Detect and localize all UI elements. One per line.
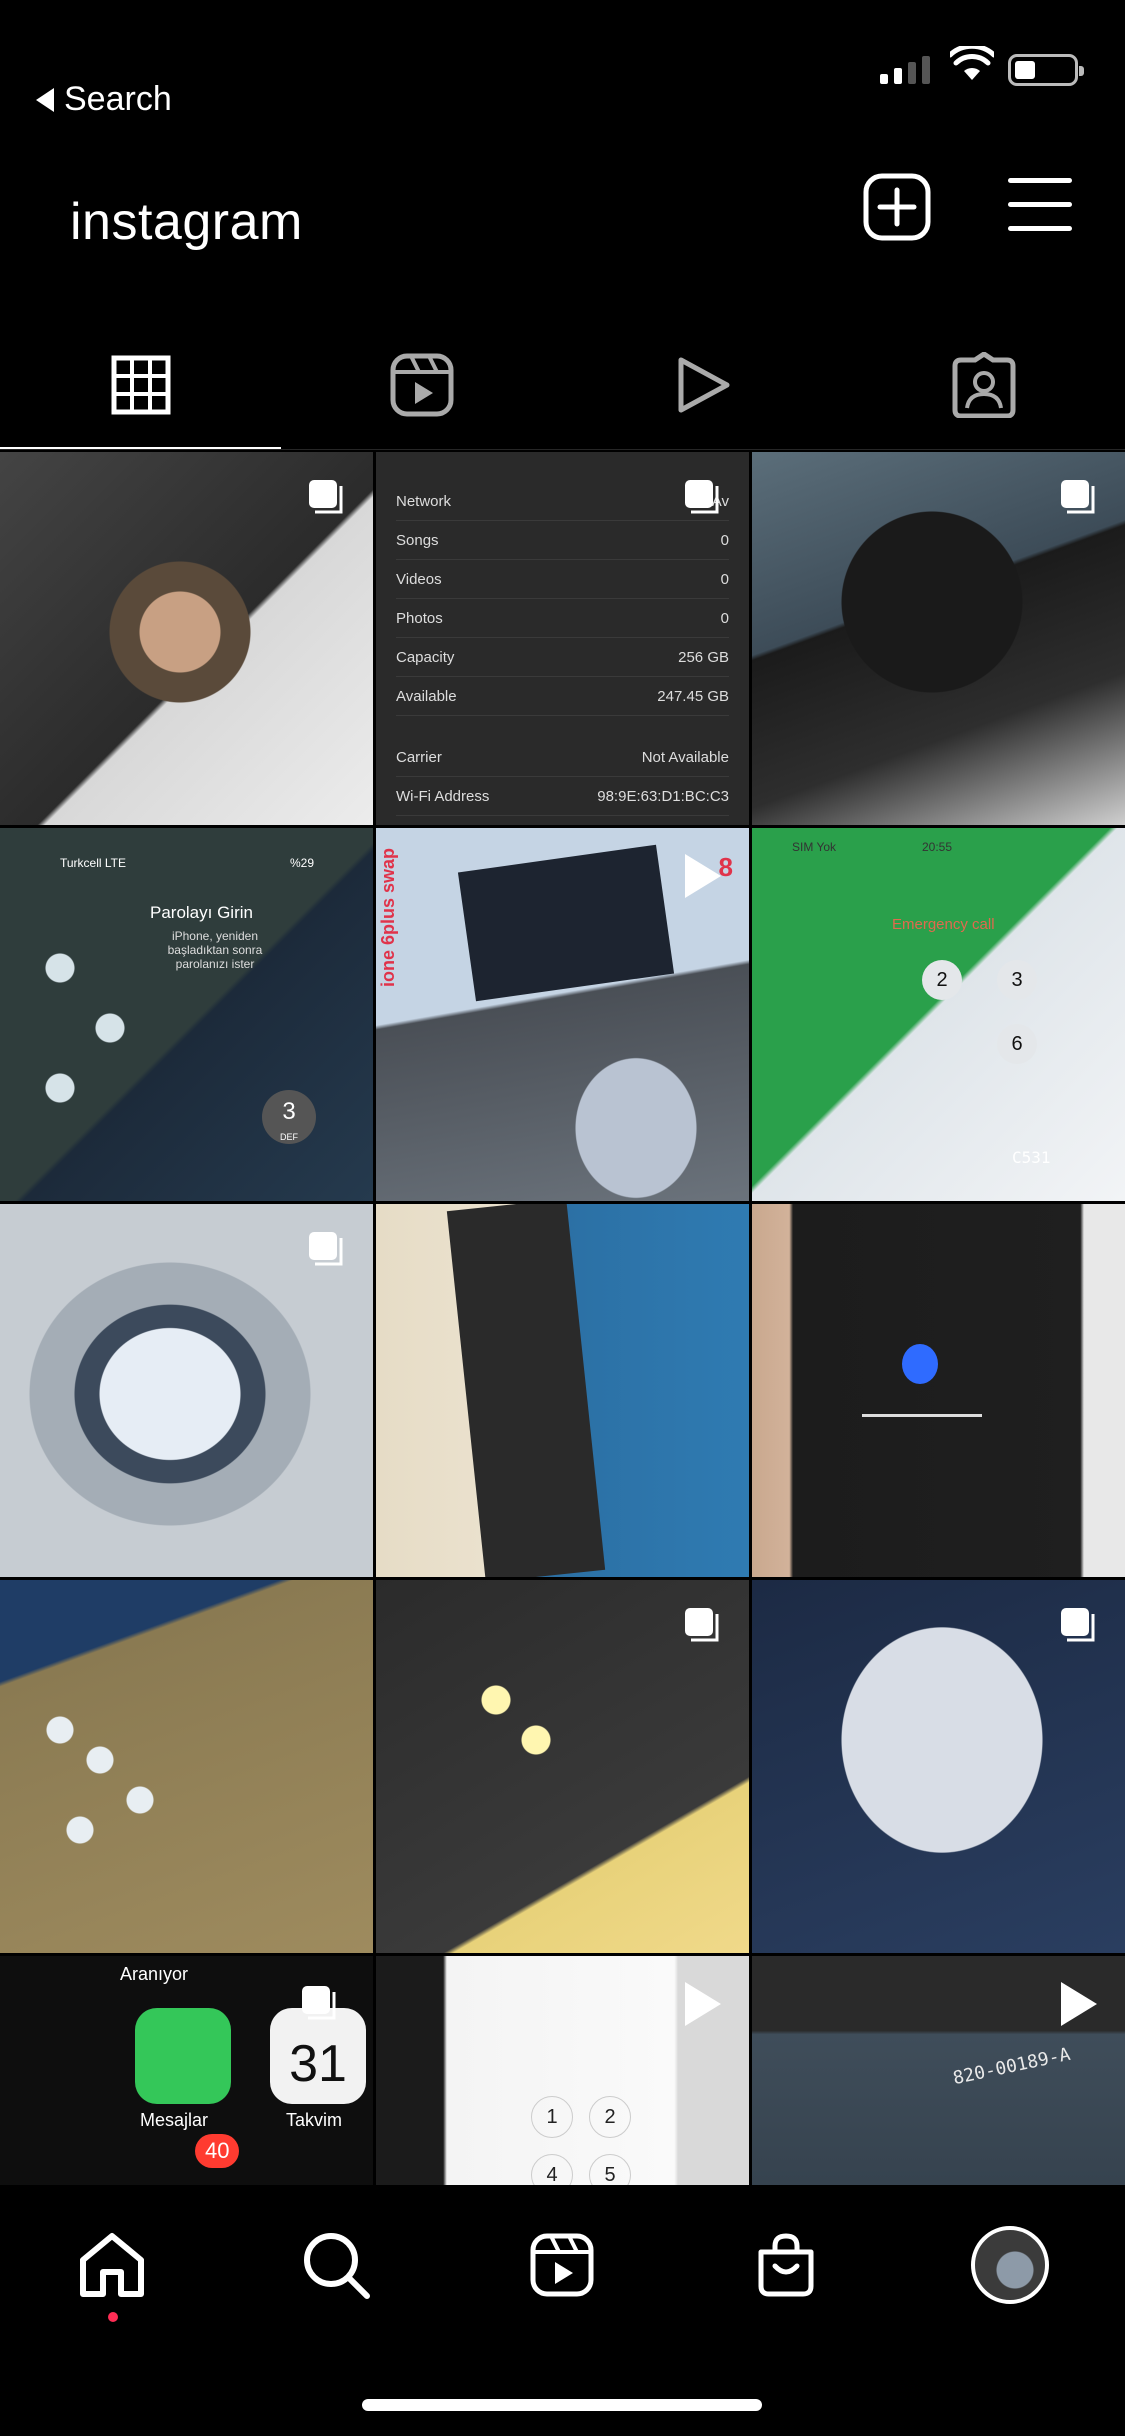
info-row: Photos 0 [396, 599, 729, 638]
video-play-icon [685, 854, 721, 898]
tab-tagged[interactable] [844, 320, 1125, 450]
multiple-photos-icon [1061, 1608, 1095, 1642]
multiple-photos-icon [685, 1608, 719, 1642]
play-icon [678, 357, 730, 413]
keypad-key: 6 [997, 1024, 1037, 1064]
post-thumbnail[interactable] [0, 452, 373, 825]
keypad-key: 2 [589, 2096, 631, 2138]
post-thumbnail[interactable]: ione 6plus swap 8 [376, 828, 749, 1201]
tab-posts-grid[interactable] [0, 320, 282, 450]
board-label: 820-00189-A [951, 2043, 1073, 2090]
messages-app-icon [135, 2008, 231, 2104]
info-row: Songs 0 [396, 521, 729, 560]
post-thumbnail[interactable] [376, 1580, 749, 1953]
apple-logo-icon [902, 1344, 938, 1384]
post-thumbnail[interactable] [752, 1204, 1125, 1577]
hamburger-menu-button[interactable] [1008, 178, 1072, 236]
wifi-icon [950, 46, 994, 80]
page-title: instagram [70, 193, 303, 251]
reels-icon [390, 353, 454, 417]
passcode-subtitle: iPhone, yeniden başladıktan sonra parola… [167, 929, 263, 971]
tab-videos[interactable] [563, 320, 844, 450]
info-row: Available 247.45 GB [396, 677, 729, 716]
board-label: C531 [1012, 1148, 1051, 1167]
overlay-number: 8 [718, 852, 733, 882]
battery-icon [1008, 54, 1084, 86]
shopping-bag-icon [758, 2233, 814, 2297]
back-label: Search [64, 80, 172, 118]
tagged-person-icon [952, 352, 1016, 418]
notification-dot [108, 2312, 118, 2322]
post-thumbnail[interactable]: Turkcell LTE %29 Parolayı Girin iPhone, … [0, 828, 373, 1201]
info-row: Videos 0 [396, 560, 729, 599]
app-label: Takvim [286, 2110, 343, 2130]
info-row: Carrier Not Available [396, 738, 729, 777]
new-post-button[interactable] [862, 172, 932, 242]
tab-reels[interactable] [281, 320, 562, 450]
passcode-title: Parolayı Girin [150, 903, 253, 922]
nav-reels[interactable] [522, 2225, 602, 2305]
info-row: NetworkNot Av [396, 482, 729, 521]
multiple-photos-icon [309, 480, 343, 514]
cellular-signal-icon [880, 52, 930, 84]
multiple-photos-icon [309, 1232, 343, 1266]
multiple-photos-icon [302, 1986, 336, 2020]
boot-progress-bar [862, 1414, 982, 1417]
posts-grid: NetworkNot Av Songs0 Videos0 Photos0 Cap… [0, 452, 1125, 2329]
nav-home[interactable] [72, 2225, 152, 2305]
post-thumbnail[interactable]: NetworkNot Av Songs0 Videos0 Photos0 Cap… [376, 452, 749, 825]
nav-shop[interactable] [746, 2225, 826, 2305]
post-thumbnail[interactable] [0, 1204, 373, 1577]
passcode-screen: Parolayı Girin iPhone, yeniden başladıkt… [150, 903, 280, 971]
notification-badge: 40 [195, 2134, 240, 2168]
battery-text: %29 [290, 856, 315, 870]
carrier-text: Turkcell LTE [60, 856, 127, 870]
bottom-nav [0, 2185, 1125, 2335]
search-icon [304, 2233, 370, 2299]
keypad-key: 2 [922, 960, 962, 1000]
sim-status: SIM Yok [792, 840, 837, 854]
keypad-key: 3 [997, 960, 1037, 1000]
info-row: Capacity 256 GB [396, 638, 729, 677]
video-play-icon [1061, 1982, 1097, 2026]
chip-image [457, 844, 675, 1002]
post-thumbnail[interactable] [752, 1580, 1125, 1953]
status-bar: Search [0, 0, 1125, 150]
info-row: Wi-Fi Address 98:9E:63:D1:BC:C3 [396, 777, 729, 816]
nav-profile[interactable] [970, 2225, 1050, 2305]
post-thumbnail[interactable] [752, 452, 1125, 825]
avatar [971, 2226, 1049, 2304]
logic-board-image [446, 1204, 606, 1577]
keypad-key: 1 [531, 2096, 573, 2138]
network-status-text: Aranıyor [120, 1964, 189, 1984]
nav-search[interactable] [296, 2225, 376, 2305]
profile-tabs [0, 320, 1125, 450]
clock-text: 20:55 [922, 840, 953, 854]
home-icon [80, 2233, 144, 2297]
keypad-key: 3 DEF [262, 1090, 316, 1144]
emergency-call-text: Emergency call [892, 916, 995, 933]
post-thumbnail[interactable] [376, 1204, 749, 1577]
post-thumbnail[interactable] [0, 1580, 373, 1953]
reels-icon [530, 2233, 594, 2297]
grid-icon [111, 355, 171, 415]
post-thumbnail[interactable]: SIM Yok 20:55 Emergency call 2 3 6 C531 [752, 828, 1125, 1201]
back-arrow-icon [36, 87, 54, 112]
multiple-photos-icon [1061, 480, 1095, 514]
tabs-divider [0, 449, 1125, 450]
multiple-photos-icon [685, 480, 719, 514]
home-indicator [362, 2399, 762, 2411]
overlay-text: ione 6plus swap [378, 848, 398, 988]
video-play-icon [685, 1982, 721, 2026]
back-to-search-link[interactable]: Search [36, 80, 172, 119]
app-label: Mesajlar [140, 2110, 209, 2130]
